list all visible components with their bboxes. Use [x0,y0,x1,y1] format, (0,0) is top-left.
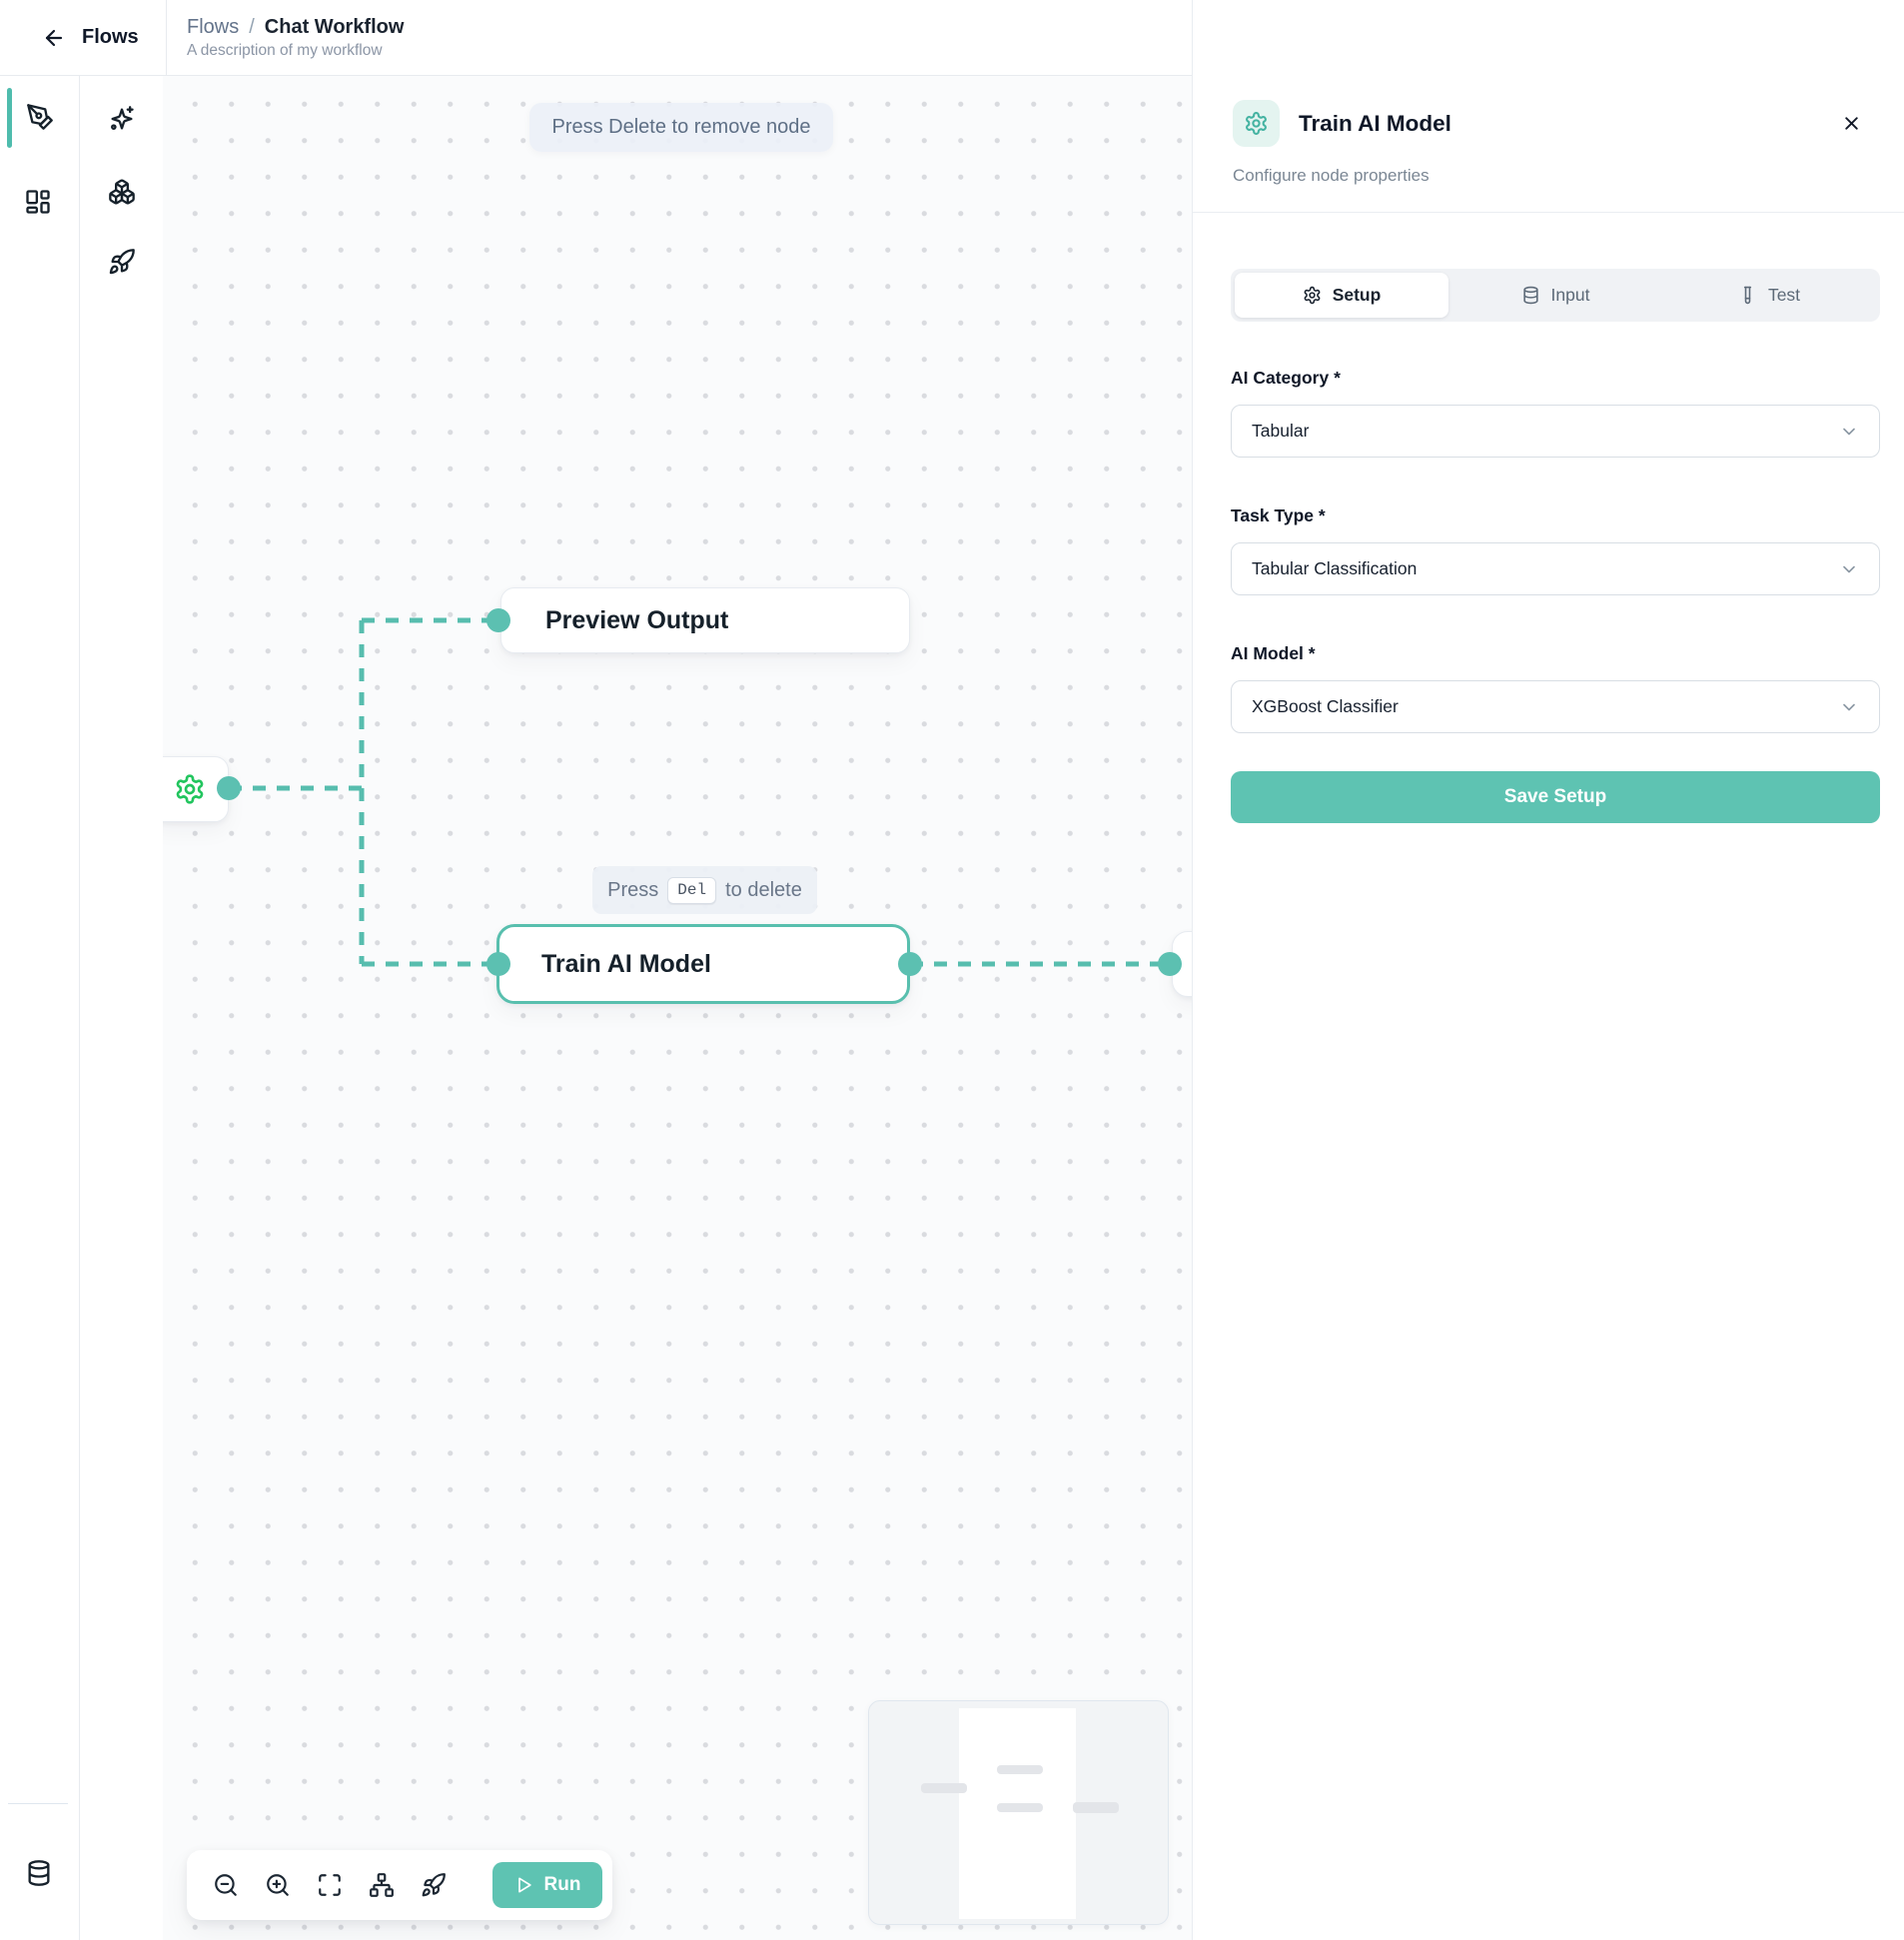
edge-connectors [163,76,1192,1940]
node-palette [80,76,163,1940]
preview-input-handle[interactable] [486,608,510,632]
minimap-viewport[interactable] [959,1708,1076,1919]
select-value: XGBoost Classifier [1252,696,1399,717]
tab-test[interactable]: Test [1662,273,1876,318]
panel-tabs: Setup Input Test [1231,269,1880,322]
properties-panel: Train AI Model Configure node properties… [1192,0,1904,1940]
breadcrumb-separator: / [249,16,255,39]
close-icon [1841,113,1862,134]
header: Flows Flows / Chat Workflow A descriptio… [0,0,1192,76]
database-icon [1521,286,1540,305]
flow-canvas[interactable]: Press Delete to remove node Preview Outp… [163,76,1192,1940]
hint-suffix: to delete [725,879,802,902]
breadcrumb-current: Chat Workflow [265,16,405,39]
boxes-icon[interactable] [108,178,136,206]
run-rocket-icon[interactable] [421,1872,447,1898]
sparkles-icon[interactable] [108,105,136,133]
canvas-tooltip-text: Press Delete to remove node [551,116,810,139]
test-tube-icon [1738,286,1757,305]
panel-subtitle: Configure node properties [1233,166,1868,186]
play-icon [514,1875,534,1895]
gear-icon [1303,286,1322,305]
field-label: AI Model * [1231,643,1880,664]
run-button[interactable]: Run [492,1862,602,1908]
chevron-down-icon [1839,559,1859,579]
hint-prefix: Press [607,879,658,902]
auto-layout-icon[interactable] [369,1872,395,1898]
close-panel-button[interactable] [1834,107,1868,141]
panel-title: Train AI Model [1299,111,1451,137]
field-task-type: Task Type * Tabular Classification [1231,505,1880,595]
database-icon[interactable] [25,1859,53,1887]
next-input-handle[interactable] [1158,952,1182,976]
field-ai-model: AI Model * XGBoost Classifier [1231,643,1880,733]
train-input-handle[interactable] [486,952,510,976]
train-output-handle[interactable] [898,952,922,976]
rocket-icon[interactable] [108,248,136,276]
field-label: AI Category * [1231,368,1880,389]
node-train-ai-model[interactable]: Train AI Model [496,924,910,1004]
gear-icon [1244,111,1269,136]
minimap[interactable] [868,1700,1169,1925]
active-tab-indicator [7,88,12,148]
ai-category-select[interactable]: Tabular [1231,405,1880,458]
back-button[interactable]: Flows [0,26,166,50]
sidebar-divider [8,1803,68,1804]
breadcrumb: Flows / Chat Workflow A description of m… [167,16,404,60]
node-preview-output[interactable]: Preview Output [500,587,910,653]
select-value: Tabular [1252,421,1309,442]
flow-editor-app: Flows Flows / Chat Workflow A descriptio… [0,0,1904,1940]
node-label: Preview Output [545,606,728,635]
arrow-left-icon [42,26,66,50]
breadcrumb-parent[interactable]: Flows [187,16,239,39]
del-keycap: Del [667,877,716,904]
zoom-in-icon[interactable] [265,1872,291,1898]
chevron-down-icon [1839,697,1859,717]
panel-gear-badge [1233,100,1280,147]
task-type-select[interactable]: Tabular Classification [1231,542,1880,595]
field-label: Task Type * [1231,505,1880,526]
tab-label: Input [1551,285,1590,306]
save-setup-button[interactable]: Save Setup [1231,771,1880,823]
gear-icon [174,773,206,805]
ai-model-select[interactable]: XGBoost Classifier [1231,680,1880,733]
run-label: Run [544,1874,581,1896]
fit-view-icon[interactable] [317,1872,343,1898]
left-sidebar [0,76,80,1940]
minimap-node [997,1803,1043,1812]
tab-setup[interactable]: Setup [1235,273,1448,318]
workflow-description: A description of my workflow [187,42,404,60]
chevron-down-icon [1839,422,1859,442]
minimap-node [1073,1802,1119,1813]
minimap-node [997,1765,1043,1774]
node-label: Train AI Model [541,950,711,979]
field-ai-category: AI Category * Tabular [1231,368,1880,458]
tab-label: Test [1768,285,1800,306]
delete-hint-tooltip: Press Del to delete [592,866,817,914]
source-output-handle[interactable] [217,776,241,800]
dashboard-grid-icon[interactable] [24,188,52,216]
select-value: Tabular Classification [1252,558,1417,579]
pen-tool-icon[interactable] [26,103,54,131]
canvas-toolbar: Run [187,1850,612,1920]
back-label: Flows [82,26,139,49]
tab-input[interactable]: Input [1448,273,1662,318]
minimap-node [921,1783,967,1793]
canvas-tooltip: Press Delete to remove node [529,103,833,152]
tab-label: Setup [1333,285,1382,306]
zoom-out-icon[interactable] [213,1872,239,1898]
